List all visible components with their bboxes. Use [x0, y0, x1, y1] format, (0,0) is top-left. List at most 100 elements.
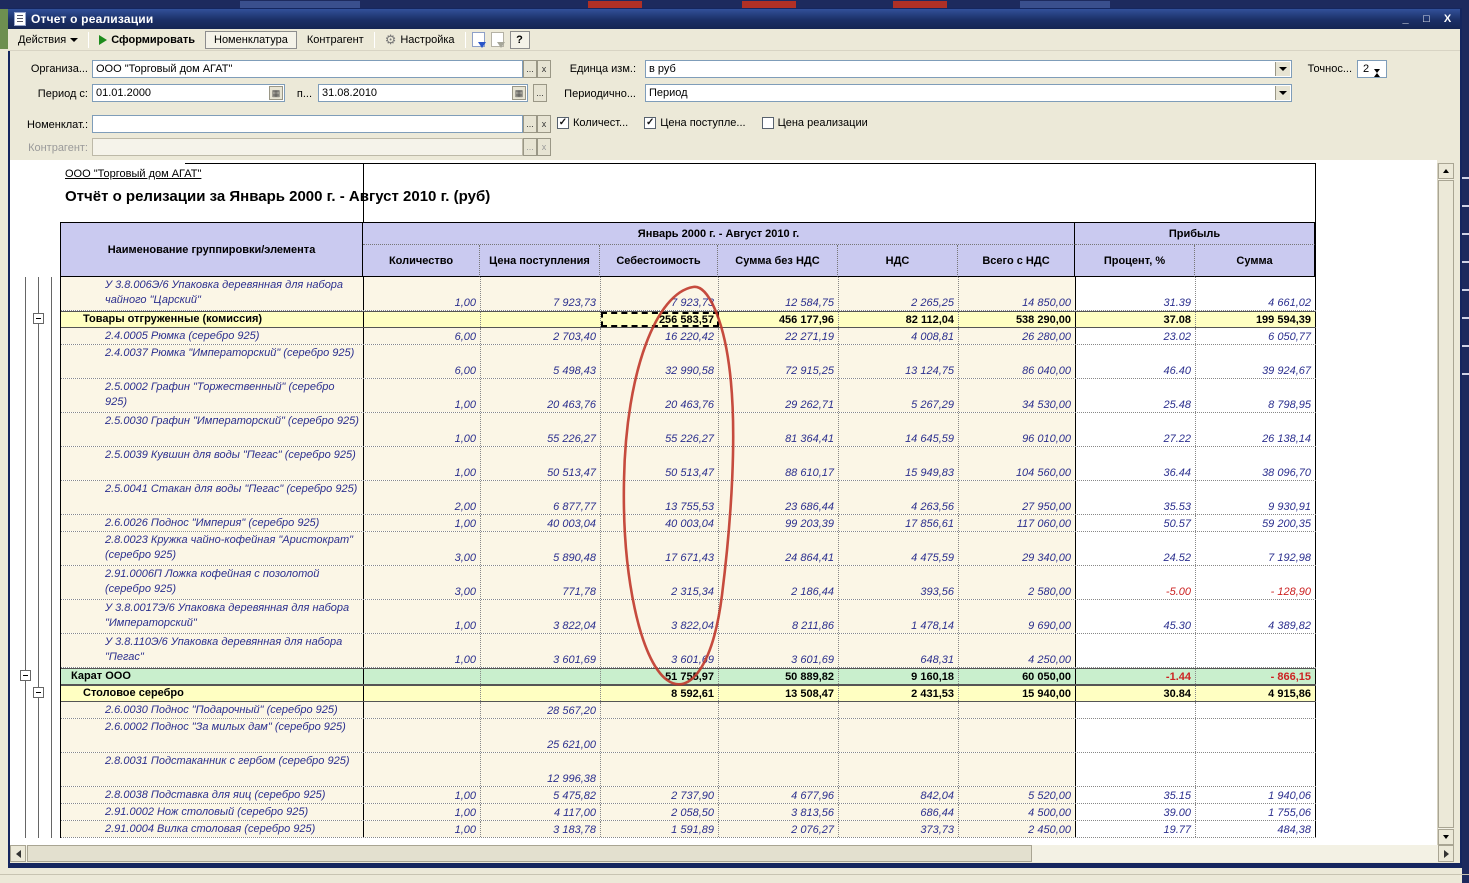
value-cell[interactable]: 26 280,00: [959, 328, 1076, 344]
value-cell[interactable]: 2 450,00: [959, 821, 1076, 837]
value-cell[interactable]: 1,00: [364, 515, 481, 531]
row-name-cell[interactable]: 2.4.0037 Рюмка "Императорский" (серебро …: [61, 345, 364, 378]
value-cell[interactable]: [1196, 634, 1316, 667]
organization-clear-button[interactable]: x: [537, 60, 551, 78]
value-cell[interactable]: 3 822,04: [481, 600, 601, 633]
value-cell[interactable]: 3,00: [364, 566, 481, 599]
row-name-cell[interactable]: Столовое серебро: [61, 686, 364, 701]
value-cell[interactable]: 4 677,96: [719, 787, 839, 803]
collapse-group-icon[interactable]: [20, 670, 31, 681]
value-cell[interactable]: 20 463,76: [601, 379, 719, 412]
value-cell[interactable]: [364, 686, 481, 701]
value-cell[interactable]: 2 431,53: [839, 686, 959, 701]
value-cell[interactable]: 7 923,73: [601, 277, 719, 310]
vertical-scroll-thumb[interactable]: [1438, 180, 1454, 828]
period-group-header[interactable]: Январь 2000 г. - Август 2010 г.: [363, 222, 1075, 245]
value-cell[interactable]: 3 822,04: [601, 600, 719, 633]
period-to-field[interactable]: 31.08.2010: [318, 84, 528, 102]
value-cell[interactable]: [719, 753, 839, 786]
save-report-icon[interactable]: [491, 32, 504, 47]
value-cell[interactable]: 648,31: [839, 634, 959, 667]
row-name-cell[interactable]: У 3.8.0017Э/6 Упаковка деревянная для на…: [61, 600, 364, 633]
value-cell[interactable]: 25 621,00: [481, 719, 601, 752]
organization-field[interactable]: ООО "Торговый дом АГАТ": [92, 60, 523, 78]
value-cell[interactable]: 2 580,00: [959, 566, 1076, 599]
value-cell[interactable]: 1 478,14: [839, 600, 959, 633]
value-cell[interactable]: 2 076,27: [719, 821, 839, 837]
value-cell[interactable]: 15 949,83: [839, 447, 959, 480]
value-cell[interactable]: 1 940,06: [1196, 787, 1316, 803]
value-cell[interactable]: 15 940,00: [959, 686, 1076, 701]
value-cell[interactable]: 46.40: [1076, 345, 1196, 378]
precision-spinner[interactable]: 2: [1357, 60, 1387, 78]
value-cell[interactable]: [364, 719, 481, 752]
row-name-cell[interactable]: 2.91.0006П Ложка кофейная с позолотой (с…: [61, 566, 364, 599]
value-cell[interactable]: [839, 702, 959, 718]
value-cell[interactable]: 34 530,00: [959, 379, 1076, 412]
value-cell[interactable]: 22 271,19: [719, 328, 839, 344]
value-cell[interactable]: 24.52: [1076, 532, 1196, 565]
value-cell[interactable]: [1076, 634, 1196, 667]
value-cell[interactable]: 4 389,82: [1196, 600, 1316, 633]
column-header[interactable]: НДС: [838, 245, 958, 277]
selected-cell[interactable]: 256 583,57: [601, 312, 719, 327]
value-cell[interactable]: 82 112,04: [839, 312, 959, 327]
value-cell[interactable]: 1,00: [364, 600, 481, 633]
filter-checkbox[interactable]: ✓Количест...: [557, 117, 628, 129]
value-cell[interactable]: -1.44: [1076, 669, 1196, 684]
row-name-cell[interactable]: 2.91.0004 Вилка столовая (серебро 925): [61, 821, 364, 837]
value-cell[interactable]: 12 584,75: [719, 277, 839, 310]
value-cell[interactable]: 19.77: [1076, 821, 1196, 837]
group-row[interactable]: Столовое серебро 8 592,6113 508,472 431,5…: [61, 685, 1316, 702]
horizontal-scroll-thumb[interactable]: [27, 845, 1032, 862]
nomenclature-browse-button[interactable]: ...: [523, 115, 537, 133]
counterparty-browse-button[interactable]: ...: [523, 138, 537, 156]
value-cell[interactable]: 3 601,69: [481, 634, 601, 667]
value-cell[interactable]: [364, 753, 481, 786]
value-cell[interactable]: 7 192,98: [1196, 532, 1316, 565]
value-cell[interactable]: 3 601,69: [601, 634, 719, 667]
value-cell[interactable]: 2 265,25: [839, 277, 959, 310]
value-cell[interactable]: 25.48: [1076, 379, 1196, 412]
calendar-icon[interactable]: ▦: [512, 86, 526, 100]
value-cell[interactable]: 51 755,97: [601, 669, 719, 684]
collapse-group-icon[interactable]: [33, 687, 44, 698]
value-cell[interactable]: 4 500,00: [959, 804, 1076, 820]
column-header[interactable]: Всего с НДС: [958, 245, 1075, 277]
value-cell[interactable]: 28 567,20: [481, 702, 601, 718]
value-cell[interactable]: 8 592,61: [601, 686, 719, 701]
value-cell[interactable]: 23 686,44: [719, 481, 839, 514]
column-header[interactable]: Себестоимость: [600, 245, 718, 277]
value-cell[interactable]: 35.53: [1076, 481, 1196, 514]
value-cell[interactable]: 393,56: [839, 566, 959, 599]
value-cell[interactable]: 8 798,95: [1196, 379, 1316, 412]
value-cell[interactable]: 373,73: [839, 821, 959, 837]
value-cell[interactable]: [1196, 702, 1316, 718]
row-name-cell[interactable]: Карат ООО: [61, 669, 364, 684]
export-report-icon[interactable]: [472, 32, 485, 47]
value-cell[interactable]: 13 508,47: [719, 686, 839, 701]
nomenclature-button[interactable]: Номенклатура: [205, 31, 297, 49]
nomenclature-clear-button[interactable]: x: [537, 115, 551, 133]
value-cell[interactable]: 17 671,43: [601, 532, 719, 565]
value-cell[interactable]: 771,78: [481, 566, 601, 599]
value-cell[interactable]: 4 250,00: [959, 634, 1076, 667]
value-cell[interactable]: 2,00: [364, 481, 481, 514]
value-cell[interactable]: 1 755,06: [1196, 804, 1316, 820]
row-name-cell[interactable]: 2.6.0030 Поднос "Подарочный" (серебро 92…: [61, 702, 364, 718]
value-cell[interactable]: 5 520,00: [959, 787, 1076, 803]
value-cell[interactable]: -5.00: [1076, 566, 1196, 599]
value-cell[interactable]: [1076, 753, 1196, 786]
value-cell[interactable]: 1,00: [364, 413, 481, 446]
help-button[interactable]: ?: [510, 31, 530, 49]
dropdown-arrow-icon[interactable]: [1275, 62, 1290, 76]
value-cell[interactable]: 36.44: [1076, 447, 1196, 480]
value-cell[interactable]: 27.22: [1076, 413, 1196, 446]
value-cell[interactable]: 2 737,90: [601, 787, 719, 803]
value-cell[interactable]: 484,38: [1196, 821, 1316, 837]
row-name-cell[interactable]: 2.4.0005 Рюмка (серебро 925): [61, 328, 364, 344]
value-cell[interactable]: [481, 686, 601, 701]
value-cell[interactable]: 6 050,77: [1196, 328, 1316, 344]
value-cell[interactable]: 9 690,00: [959, 600, 1076, 633]
scroll-right-icon[interactable]: [1438, 845, 1454, 862]
